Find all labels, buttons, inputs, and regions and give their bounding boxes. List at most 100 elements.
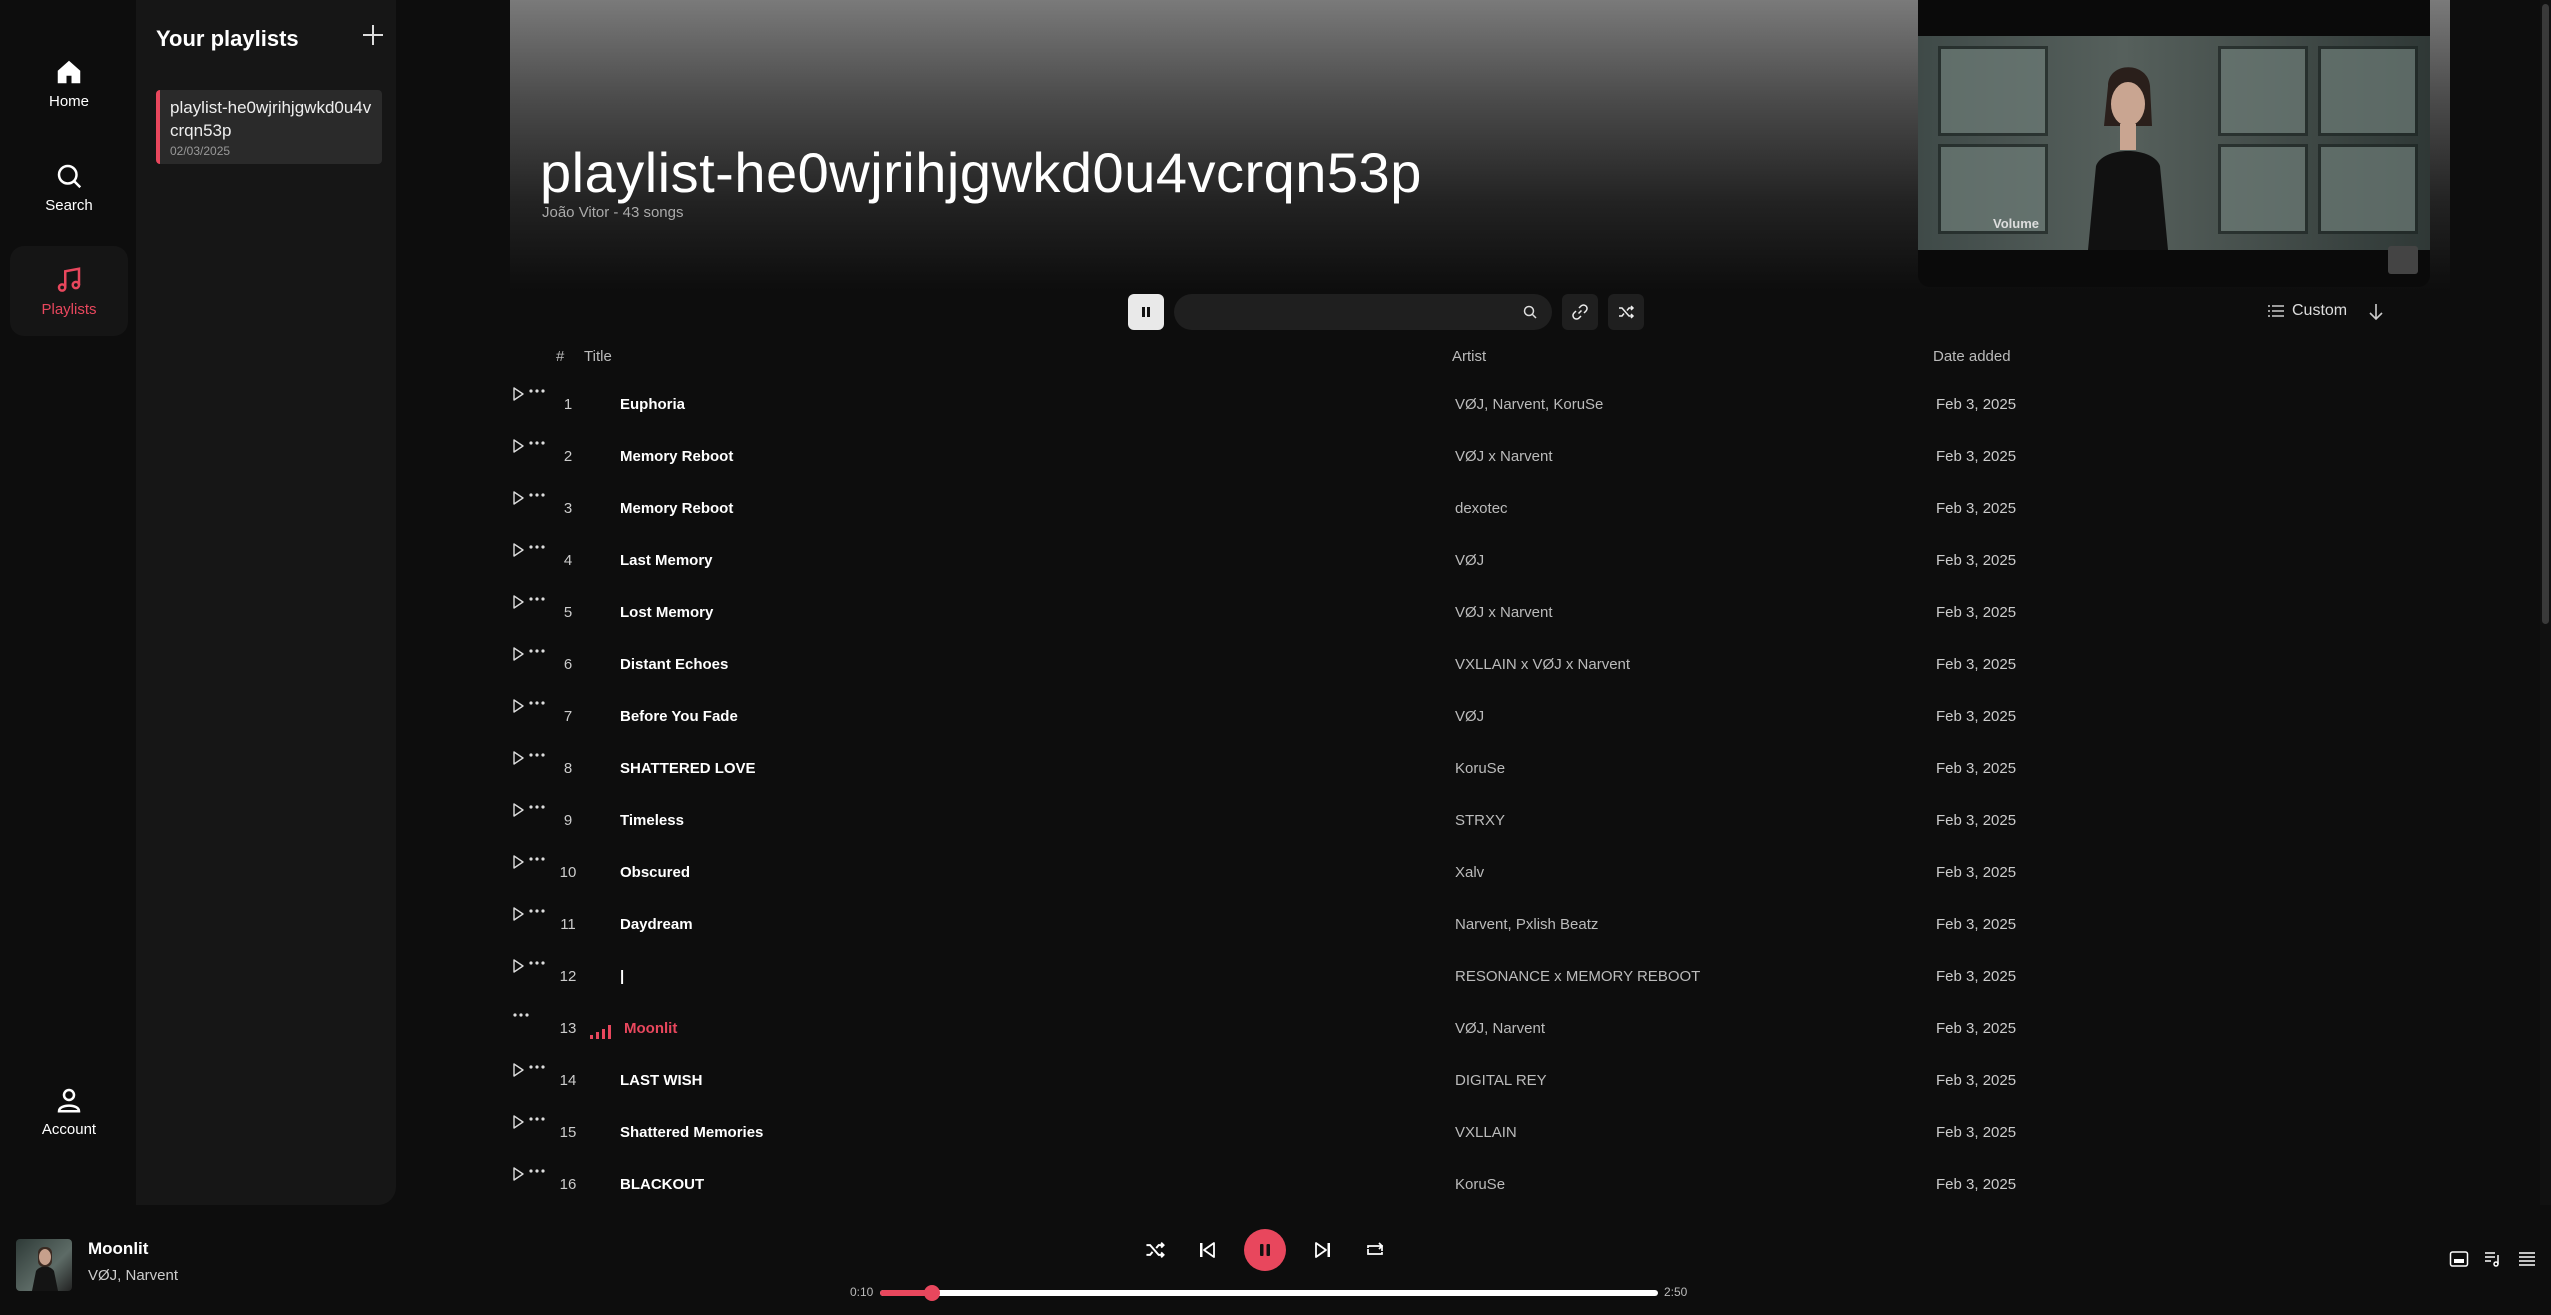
- play-icon[interactable]: [510, 802, 526, 818]
- sort-control[interactable]: Custom: [2268, 302, 2347, 320]
- track-title[interactable]: BLACKOUT: [620, 1176, 704, 1193]
- table-row[interactable]: 12 | RESONANCE x MEMORY REBOOT Feb 3, 2025: [510, 952, 2450, 1004]
- shuffle-playlist-button[interactable]: [1608, 294, 1644, 330]
- more-options-icon[interactable]: [526, 1108, 548, 1130]
- scrollbar-thumb[interactable]: [2542, 4, 2549, 624]
- more-options-icon[interactable]: [526, 1056, 548, 1078]
- track-artist[interactable]: VØJ: [1455, 708, 1484, 725]
- video-thumbnail-button[interactable]: [2388, 246, 2418, 274]
- track-artist[interactable]: dexotec: [1455, 500, 1508, 517]
- column-date-added[interactable]: Date added: [1933, 348, 2011, 365]
- more-options-icon[interactable]: [526, 744, 548, 766]
- track-title[interactable]: Obscured: [620, 864, 690, 881]
- more-options-icon[interactable]: [526, 380, 548, 402]
- play-icon[interactable]: [510, 1114, 526, 1130]
- track-artist[interactable]: VØJ, Narvent: [1455, 1020, 1545, 1037]
- play-icon[interactable]: [510, 1062, 526, 1078]
- track-title[interactable]: Timeless: [620, 812, 684, 829]
- play-icon[interactable]: [510, 542, 526, 558]
- track-title[interactable]: Last Memory: [620, 552, 713, 569]
- play-icon[interactable]: [510, 750, 526, 766]
- table-row[interactable]: 10 Obscured Xalv Feb 3, 2025: [510, 848, 2450, 900]
- more-options-icon[interactable]: [526, 1160, 548, 1182]
- nav-playlists[interactable]: Playlists: [10, 246, 128, 336]
- now-playing-title[interactable]: Moonlit: [88, 1239, 148, 1259]
- track-title[interactable]: Distant Echoes: [620, 656, 728, 673]
- track-title[interactable]: Moonlit: [624, 1020, 677, 1037]
- copy-link-button[interactable]: [1562, 294, 1598, 330]
- table-row[interactable]: 13 Moonlit VØJ, Narvent Feb 3, 2025: [510, 1004, 2450, 1056]
- play-icon[interactable]: [510, 906, 526, 922]
- more-options-icon[interactable]: [526, 484, 548, 506]
- track-artist[interactable]: VØJ, Narvent, KoruSe: [1455, 396, 1603, 413]
- more-options-icon[interactable]: [526, 900, 548, 922]
- video-player[interactable]: Volume: [1918, 0, 2430, 287]
- table-row[interactable]: 6 Distant Echoes VXLLAIN x VØJ x Narvent Fe…: [510, 640, 2450, 692]
- more-options-icon[interactable]: [526, 848, 548, 870]
- more-options-icon[interactable]: [526, 640, 548, 662]
- table-row[interactable]: 4 Last Memory VØJ Feb 3, 2025: [510, 536, 2450, 588]
- play-icon[interactable]: [510, 386, 526, 402]
- playlist-search-input[interactable]: [1174, 294, 1552, 330]
- table-row[interactable]: 15 Shattered Memories VXLLAIN Feb 3, 2025: [510, 1108, 2450, 1160]
- play-icon[interactable]: [510, 854, 526, 870]
- next-button[interactable]: [1308, 1235, 1338, 1265]
- track-artist[interactable]: RESONANCE x MEMORY REBOOT: [1455, 968, 1700, 985]
- add-playlist-icon[interactable]: [358, 20, 388, 50]
- sort-direction-icon[interactable]: [2364, 300, 2388, 324]
- queue-lyrics-button[interactable]: [2483, 1249, 2503, 1269]
- track-artist[interactable]: Xalv: [1455, 864, 1484, 881]
- lyrics-button[interactable]: [2449, 1249, 2469, 1269]
- more-options-icon[interactable]: [526, 952, 548, 974]
- table-row[interactable]: 7 Before You Fade VØJ Feb 3, 2025: [510, 692, 2450, 744]
- more-options-icon[interactable]: [526, 536, 548, 558]
- playlist-pause-button[interactable]: [1128, 294, 1164, 330]
- track-title[interactable]: Lost Memory: [620, 604, 713, 621]
- playlist-card[interactable]: playlist-he0wjrihjgwkd0u4vcrqn53p 02/03/…: [156, 90, 382, 164]
- play-icon[interactable]: [510, 594, 526, 610]
- track-title[interactable]: Daydream: [620, 916, 693, 933]
- track-artist[interactable]: VXLLAIN x VØJ x Narvent: [1455, 656, 1630, 673]
- track-title[interactable]: Before You Fade: [620, 708, 738, 725]
- progress-handle[interactable]: [923, 1285, 940, 1301]
- column-title[interactable]: Title: [584, 348, 612, 365]
- now-playing-artist[interactable]: VØJ, Narvent: [88, 1267, 178, 1284]
- table-row[interactable]: 9 Timeless STRXY Feb 3, 2025: [510, 796, 2450, 848]
- track-artist[interactable]: STRXY: [1455, 812, 1505, 829]
- column-artist[interactable]: Artist: [1452, 348, 1486, 365]
- play-icon[interactable]: [510, 646, 526, 662]
- table-row[interactable]: 5 Lost Memory VØJ x Narvent Feb 3, 2025: [510, 588, 2450, 640]
- table-row[interactable]: 3 Memory Reboot dexotec Feb 3, 2025: [510, 484, 2450, 536]
- track-artist[interactable]: VØJ x Narvent: [1455, 604, 1553, 621]
- more-options-icon[interactable]: [526, 432, 548, 454]
- track-artist[interactable]: VXLLAIN: [1455, 1124, 1517, 1141]
- nav-account[interactable]: Account: [10, 1066, 128, 1156]
- play-pause-button[interactable]: [1244, 1229, 1286, 1271]
- table-row[interactable]: 11 Daydream Narvent, Pxlish Beatz Feb 3, 20…: [510, 900, 2450, 952]
- table-row[interactable]: 1 Euphoria VØJ, Narvent, KoruSe Feb 3, 2025: [510, 380, 2450, 432]
- table-row[interactable]: 2 Memory Reboot VØJ x Narvent Feb 3, 2025: [510, 432, 2450, 484]
- nav-home[interactable]: Home: [10, 38, 128, 128]
- track-artist[interactable]: Narvent, Pxlish Beatz: [1455, 916, 1598, 933]
- play-icon[interactable]: [510, 438, 526, 454]
- track-title[interactable]: LAST WISH: [620, 1072, 703, 1089]
- track-title[interactable]: Shattered Memories: [620, 1124, 763, 1141]
- track-artist[interactable]: DIGITAL REY: [1455, 1072, 1547, 1089]
- queue-button[interactable]: [2517, 1249, 2537, 1269]
- track-artist[interactable]: VØJ x Narvent: [1455, 448, 1553, 465]
- track-title[interactable]: Memory Reboot: [620, 500, 733, 517]
- track-title[interactable]: |: [620, 968, 624, 985]
- play-icon[interactable]: [510, 958, 526, 974]
- progress-bar[interactable]: [880, 1285, 1658, 1301]
- play-icon[interactable]: [510, 698, 526, 714]
- more-options-icon[interactable]: [510, 1004, 532, 1026]
- repeat-button[interactable]: [1360, 1235, 1390, 1265]
- shuffle-button[interactable]: [1140, 1235, 1170, 1265]
- more-options-icon[interactable]: [526, 588, 548, 610]
- track-title[interactable]: Memory Reboot: [620, 448, 733, 465]
- play-icon[interactable]: [510, 490, 526, 506]
- nav-search[interactable]: Search: [10, 142, 128, 232]
- play-icon[interactable]: [510, 1166, 526, 1182]
- track-artist[interactable]: KoruSe: [1455, 1176, 1505, 1193]
- table-row[interactable]: 16 BLACKOUT KoruSe Feb 3, 2025: [510, 1160, 2450, 1205]
